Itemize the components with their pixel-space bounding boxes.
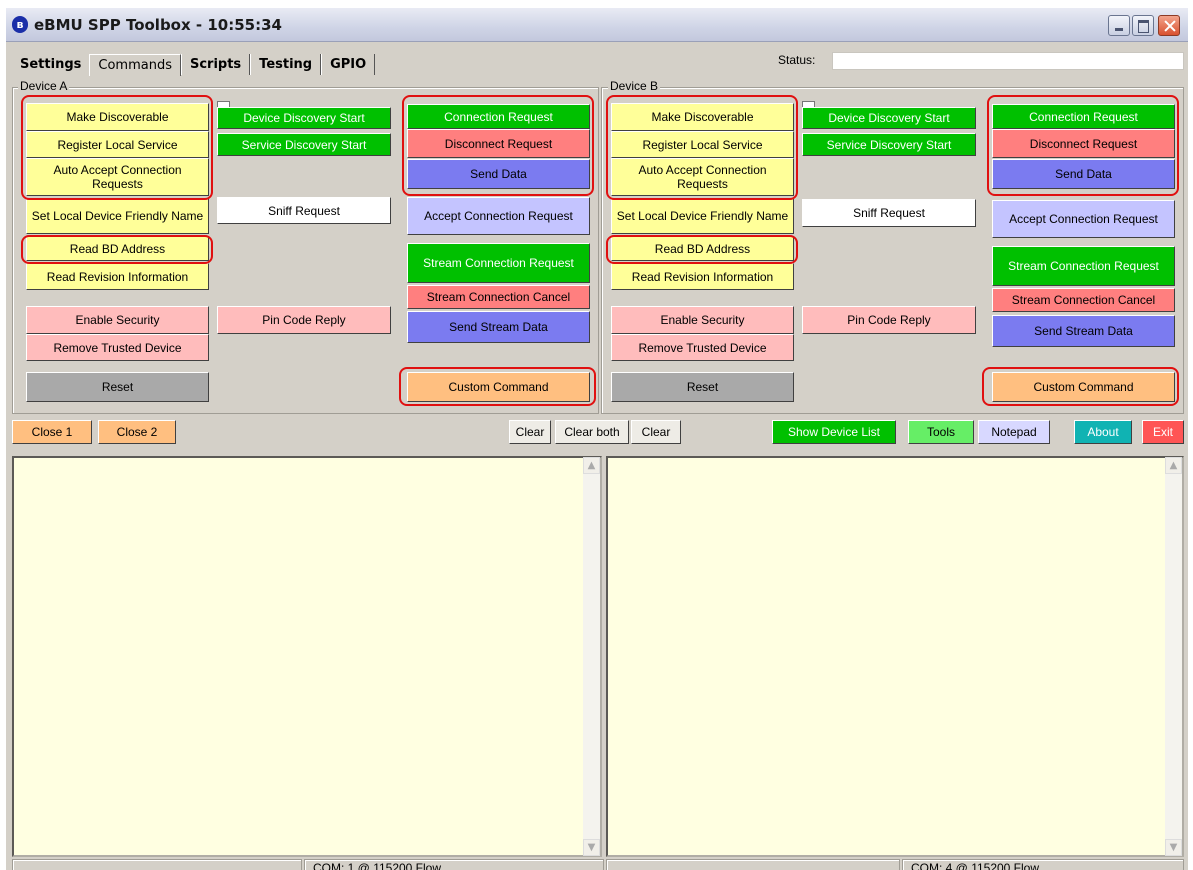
a-accept-connection-button[interactable]: Accept Connection Request bbox=[407, 197, 590, 235]
tab-commands[interactable]: Commands bbox=[89, 54, 181, 76]
scroll-down-icon[interactable]: ▼ bbox=[583, 839, 600, 856]
tools-button[interactable]: Tools bbox=[908, 420, 974, 444]
a-stream-connection-cancel-button[interactable]: Stream Connection Cancel bbox=[407, 285, 590, 309]
b-reset-button[interactable]: Reset bbox=[611, 372, 794, 402]
device-a-log-scrollbar[interactable]: ▲ ▼ bbox=[583, 457, 600, 856]
a-reset-button[interactable]: Reset bbox=[26, 372, 209, 402]
a-stream-connection-request-button[interactable]: Stream Connection Request bbox=[407, 243, 590, 283]
b-auto-accept-button[interactable]: Auto Accept Connection Requests bbox=[611, 158, 794, 196]
status-cell-b-empty bbox=[606, 859, 900, 870]
b-register-local-service-button[interactable]: Register Local Service bbox=[611, 131, 794, 158]
b-send-stream-data-button[interactable]: Send Stream Data bbox=[992, 315, 1175, 347]
a-custom-command-button[interactable]: Custom Command bbox=[407, 372, 590, 402]
tab-gpio[interactable]: GPIO bbox=[321, 54, 376, 75]
a-auto-accept-button[interactable]: Auto Accept Connection Requests bbox=[26, 158, 209, 196]
a-read-revision-button[interactable]: Read Revision Information bbox=[26, 263, 209, 290]
a-pin-code-reply-button[interactable]: Pin Code Reply bbox=[217, 306, 391, 334]
status-label: Status: bbox=[778, 53, 816, 67]
a-sniff-request-button[interactable]: Sniff Request bbox=[217, 197, 391, 224]
minimize-button[interactable] bbox=[1108, 15, 1130, 36]
a-remove-trusted-button[interactable]: Remove Trusted Device bbox=[26, 334, 209, 361]
tab-testing[interactable]: Testing bbox=[250, 54, 322, 75]
device-b-label: Device B bbox=[608, 79, 661, 93]
a-service-discovery-start-button[interactable]: Service Discovery Start bbox=[217, 133, 391, 156]
a-disconnect-request-button[interactable]: Disconnect Request bbox=[407, 129, 590, 158]
b-pin-code-reply-button[interactable]: Pin Code Reply bbox=[802, 306, 976, 334]
notepad-button[interactable]: Notepad bbox=[978, 420, 1050, 444]
tab-bar: Settings Commands Scripts Testing GPIO bbox=[12, 51, 376, 76]
b-service-discovery-start-button[interactable]: Service Discovery Start bbox=[802, 133, 976, 156]
close-2-button[interactable]: Close 2 bbox=[98, 420, 176, 444]
a-send-stream-data-button[interactable]: Send Stream Data bbox=[407, 311, 590, 343]
exit-button[interactable]: Exit bbox=[1142, 420, 1184, 444]
clear-a-button[interactable]: Clear bbox=[509, 420, 551, 444]
com-status-b: COM: 4 @ 115200 Flow bbox=[902, 859, 1184, 870]
device-a-log[interactable] bbox=[12, 456, 602, 857]
a-send-data-button[interactable]: Send Data bbox=[407, 159, 590, 189]
device-b-log[interactable] bbox=[606, 456, 1184, 857]
a-device-discovery-start-button[interactable]: Device Discovery Start bbox=[217, 107, 391, 129]
bluetooth-icon: ʙ bbox=[12, 16, 28, 33]
status-cell-a-empty bbox=[12, 859, 302, 870]
clear-both-button[interactable]: Clear both bbox=[555, 420, 629, 444]
b-device-discovery-start-button[interactable]: Device Discovery Start bbox=[802, 107, 976, 129]
b-stream-connection-cancel-button[interactable]: Stream Connection Cancel bbox=[992, 288, 1175, 312]
b-remove-trusted-button[interactable]: Remove Trusted Device bbox=[611, 334, 794, 361]
show-device-list-button[interactable]: Show Device List bbox=[772, 420, 896, 444]
close-window-button[interactable] bbox=[1158, 15, 1180, 36]
device-b-log-scrollbar[interactable]: ▲ ▼ bbox=[1165, 457, 1182, 856]
b-accept-connection-button[interactable]: Accept Connection Request bbox=[992, 200, 1175, 238]
maximize-button[interactable] bbox=[1132, 15, 1154, 36]
b-stream-connection-request-button[interactable]: Stream Connection Request bbox=[992, 246, 1175, 286]
b-disconnect-request-button[interactable]: Disconnect Request bbox=[992, 129, 1175, 158]
app-window: ʙ eBMU SPP Toolbox - 10:55:34 Settings C… bbox=[6, 8, 1188, 870]
window-title: eBMU SPP Toolbox - 10:55:34 bbox=[34, 16, 282, 34]
b-read-bd-address-button[interactable]: Read BD Address bbox=[611, 236, 794, 261]
a-make-discoverable-button[interactable]: Make Discoverable bbox=[26, 103, 209, 131]
b-read-revision-button[interactable]: Read Revision Information bbox=[611, 263, 794, 290]
com-status-a: COM: 1 @ 115200 Flow bbox=[304, 859, 604, 870]
a-connection-request-button[interactable]: Connection Request bbox=[407, 104, 590, 129]
a-enable-security-button[interactable]: Enable Security bbox=[26, 306, 209, 334]
b-connection-request-button[interactable]: Connection Request bbox=[992, 104, 1175, 129]
status-field bbox=[832, 52, 1184, 70]
b-send-data-button[interactable]: Send Data bbox=[992, 159, 1175, 189]
scroll-up-icon[interactable]: ▲ bbox=[1165, 457, 1182, 474]
b-set-friendly-name-button[interactable]: Set Local Device Friendly Name bbox=[611, 198, 794, 234]
clear-b-button[interactable]: Clear bbox=[631, 420, 681, 444]
b-enable-security-button[interactable]: Enable Security bbox=[611, 306, 794, 334]
b-custom-command-button[interactable]: Custom Command bbox=[992, 372, 1175, 402]
b-sniff-request-button[interactable]: Sniff Request bbox=[802, 199, 976, 227]
title-bar[interactable]: ʙ eBMU SPP Toolbox - 10:55:34 bbox=[6, 8, 1188, 42]
scroll-up-icon[interactable]: ▲ bbox=[583, 457, 600, 474]
b-make-discoverable-button[interactable]: Make Discoverable bbox=[611, 103, 794, 131]
close-1-button[interactable]: Close 1 bbox=[12, 420, 92, 444]
tab-scripts[interactable]: Scripts bbox=[180, 54, 251, 75]
a-register-local-service-button[interactable]: Register Local Service bbox=[26, 131, 209, 158]
device-a-label: Device A bbox=[18, 79, 70, 93]
tab-settings[interactable]: Settings bbox=[12, 54, 89, 75]
a-set-friendly-name-button[interactable]: Set Local Device Friendly Name bbox=[26, 198, 209, 234]
a-read-bd-address-button[interactable]: Read BD Address bbox=[26, 236, 209, 261]
about-button[interactable]: About bbox=[1074, 420, 1132, 444]
scroll-down-icon[interactable]: ▼ bbox=[1165, 839, 1182, 856]
